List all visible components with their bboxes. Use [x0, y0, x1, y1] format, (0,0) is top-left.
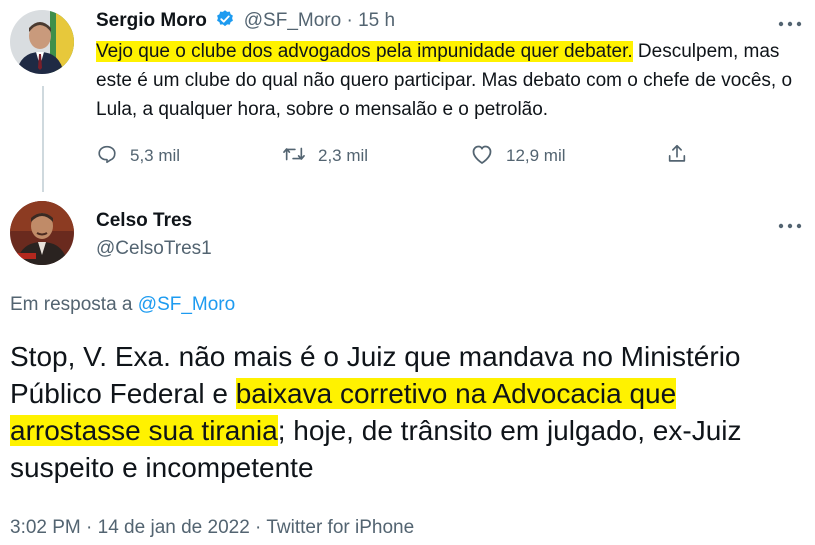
author-name[interactable]: Sergio Moro [96, 10, 207, 31]
tweet1-header: Sergio Moro @SF_Moro · 15 h [96, 9, 395, 34]
reply-icon [96, 143, 130, 170]
share-icon [666, 143, 700, 170]
reply-handle-link[interactable]: @SF_Moro [138, 294, 235, 315]
reply-prefix: Em resposta a [10, 294, 138, 315]
more-icon[interactable] [778, 214, 802, 234]
reply-button[interactable]: 5,3 mil [96, 142, 180, 170]
avatar-sergio-moro[interactable] [10, 10, 74, 74]
reply-count: 5,3 mil [130, 146, 181, 165]
author-name[interactable]: Celso Tres [96, 210, 192, 232]
retweet-icon [282, 143, 318, 170]
retweet-button[interactable]: 2,3 mil [282, 142, 368, 170]
tweet1-text: Vejo que o clube dos advogados pela impu… [96, 37, 796, 124]
replying-to: Em resposta a @SF_Moro [10, 294, 235, 316]
tweet-timestamp[interactable]: 3:02 PM · 14 de jan de 2022 · Twitter fo… [10, 517, 414, 539]
tweet2-text: Stop, V. Exa. não mais é o Juiz que mand… [10, 338, 810, 486]
verified-badge-icon [215, 9, 235, 34]
highlighted-text: Vejo que o clube dos advogados pela impu… [96, 41, 633, 62]
author-handle[interactable]: @SF_Moro [244, 10, 341, 31]
author-handle[interactable]: @CelsoTres1 [96, 238, 212, 260]
like-count: 12,9 mil [506, 146, 566, 165]
thread-connector-line [42, 86, 44, 192]
like-button[interactable]: 12,9 mil [470, 142, 566, 170]
retweet-count: 2,3 mil [318, 146, 369, 165]
avatar-celso-tres[interactable] [10, 201, 74, 265]
heart-icon [470, 143, 506, 170]
tweet-time[interactable]: 15 h [358, 10, 395, 31]
dot-separator: · [341, 10, 359, 31]
more-icon[interactable] [778, 12, 802, 32]
share-button[interactable] [666, 142, 700, 170]
